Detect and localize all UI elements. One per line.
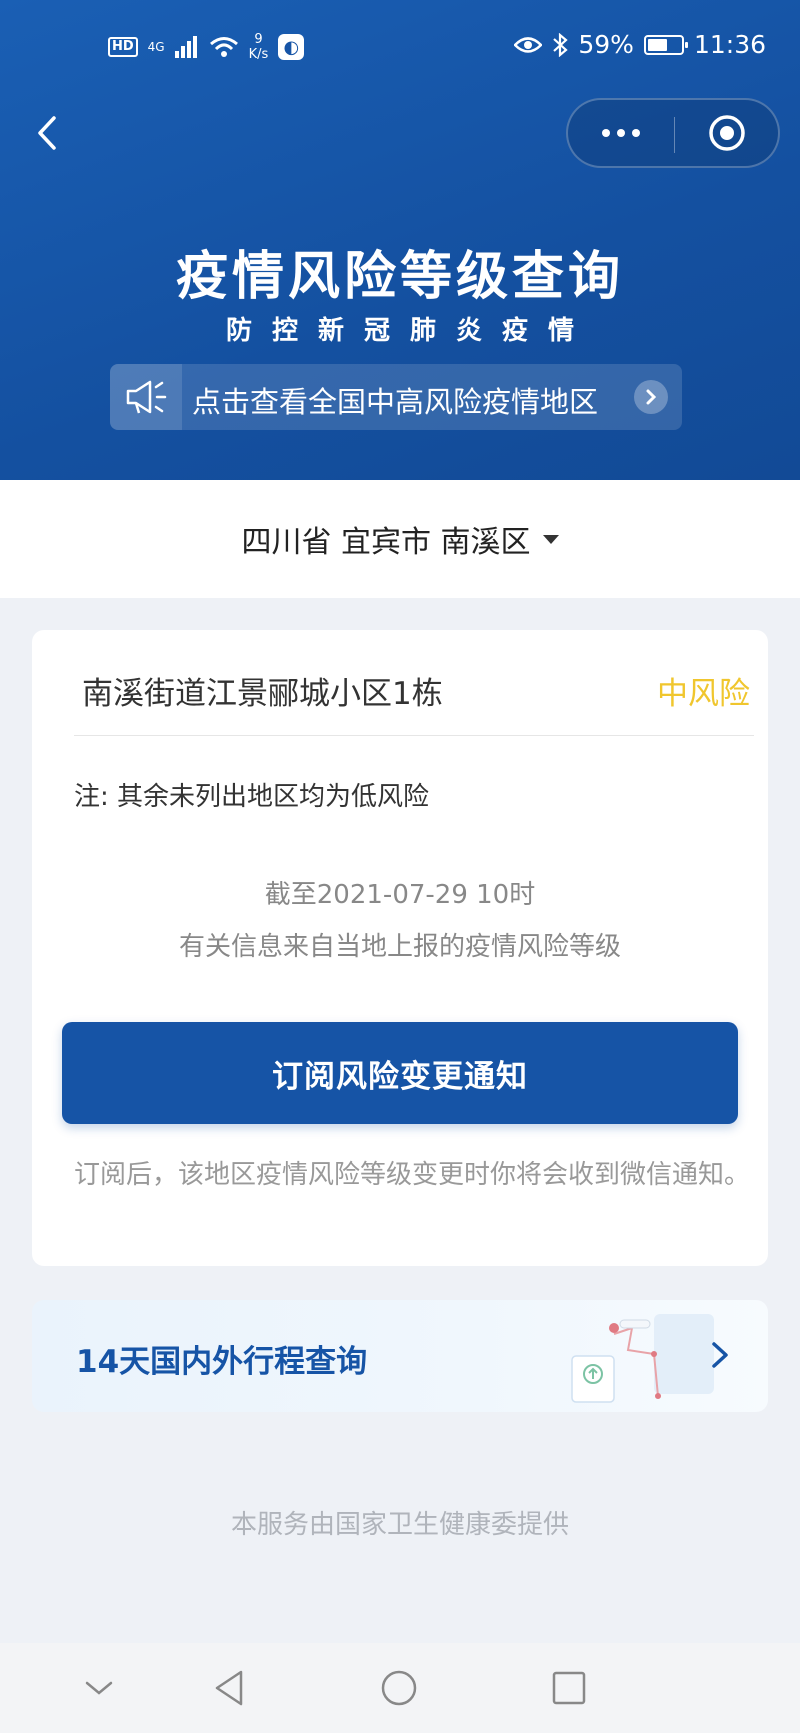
eye-icon bbox=[514, 36, 543, 53]
risk-level-badge: 中风险 bbox=[657, 676, 750, 712]
header-banner: HD 4G 9 K/s ◐ 59% 11:36 疫情风险等级查询 防控新冠肺炎疫… bbox=[0, 0, 800, 480]
battery-fill bbox=[647, 38, 667, 51]
battery-percent: 59% bbox=[578, 30, 634, 59]
provider-footer: 本服务由国家卫生健康委提供 bbox=[230, 1510, 569, 1540]
subscribe-button[interactable]: 订阅风险变更通知 bbox=[62, 1022, 738, 1124]
notice-arrow bbox=[634, 380, 668, 414]
miniprogram-capsule bbox=[566, 98, 780, 168]
page-title: 疫情风险等级查询 bbox=[175, 247, 624, 307]
hd-badge: HD bbox=[108, 37, 138, 57]
data-source-note: 有关信息来自当地上报的疫情风险等级 bbox=[178, 932, 621, 962]
nav-back-button[interactable] bbox=[204, 1663, 254, 1713]
region-selector[interactable]: 四川省 宜宾市 南溪区 bbox=[0, 480, 800, 598]
status-bar: HD 4G 9 K/s ◐ 59% 11:36 bbox=[0, 22, 800, 78]
more-button[interactable] bbox=[568, 100, 674, 166]
horn-icon-box bbox=[110, 364, 182, 430]
nav-recents-button[interactable] bbox=[544, 1663, 594, 1713]
low-risk-note: 注: 其余未列出地区均为低风险 bbox=[74, 782, 430, 812]
region-label: 四川省 宜宾市 南溪区 bbox=[241, 525, 531, 560]
notice-text: 点击查看全国中高风险疫情地区 bbox=[192, 385, 599, 419]
app-notification-icon: ◐ bbox=[278, 34, 305, 60]
caret-down-icon bbox=[542, 534, 559, 544]
clock: 11:36 bbox=[693, 30, 766, 59]
status-left: HD 4G 9 K/s ◐ bbox=[108, 32, 305, 62]
route-illustration-icon bbox=[571, 1314, 714, 1403]
as-of-time: 截至2021-07-29 10时 bbox=[264, 880, 536, 910]
network-speed: 9 K/s bbox=[249, 32, 269, 62]
high-risk-areas-link[interactable]: 点击查看全国中高风险疫情地区 bbox=[110, 364, 682, 430]
speed-unit: K/s bbox=[248, 47, 269, 62]
dot-icon bbox=[602, 129, 610, 137]
megaphone-icon bbox=[126, 380, 167, 414]
battery-icon bbox=[643, 34, 688, 55]
travel-query-card[interactable]: 14天国内外行程查询 bbox=[32, 1300, 768, 1412]
speed-value: 9 bbox=[254, 32, 263, 47]
target-icon bbox=[709, 115, 745, 151]
nav-collapse-button[interactable] bbox=[74, 1663, 124, 1713]
chevron-right-icon bbox=[646, 389, 657, 405]
travel-query-title: 14天国内外行程查询 bbox=[76, 1344, 368, 1380]
nav-home-button[interactable] bbox=[374, 1663, 424, 1713]
divider bbox=[74, 735, 754, 736]
close-miniprogram-button[interactable] bbox=[674, 100, 780, 166]
system-nav-bar bbox=[0, 1643, 800, 1733]
signal-icon bbox=[174, 36, 197, 58]
risk-card: 南溪街道江景郦城小区1栋 中风险 注: 其余未列出地区均为低风险 截至2021-… bbox=[32, 630, 768, 1266]
back-button[interactable] bbox=[28, 108, 68, 158]
bluetooth-icon bbox=[553, 32, 569, 57]
back-triangle-icon bbox=[215, 1670, 243, 1706]
subscribe-description: 订阅后，该地区疫情风险等级变更时你将会收到微信通知。 bbox=[74, 1160, 751, 1190]
signal-label: 4G bbox=[147, 40, 165, 54]
risk-area-row: 南溪街道江景郦城小区1栋 中风险 bbox=[82, 668, 754, 718]
home-circle-icon bbox=[381, 1670, 417, 1706]
chevron-right-icon bbox=[712, 1342, 728, 1368]
chevron-left-icon bbox=[38, 116, 56, 150]
page-subtitle: 防控新冠肺炎疫情 bbox=[225, 316, 594, 346]
dot-icon bbox=[617, 129, 625, 137]
recents-square-icon bbox=[552, 1671, 586, 1705]
dot-icon bbox=[632, 129, 640, 137]
wifi-icon bbox=[209, 37, 238, 57]
risk-area-name: 南溪街道江景郦城小区1栋 bbox=[82, 676, 443, 712]
status-right: 59% 11:36 bbox=[514, 30, 766, 59]
chevron-down-icon bbox=[85, 1681, 113, 1695]
